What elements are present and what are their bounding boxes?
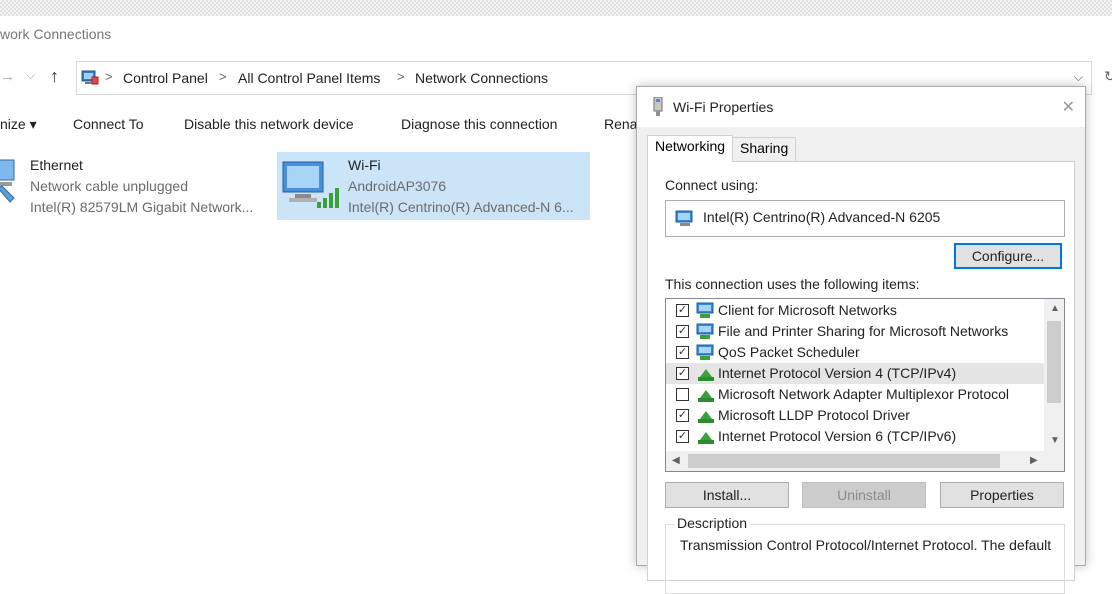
scroll-down-arrow-icon[interactable]: ▼ bbox=[1050, 435, 1060, 446]
network-service-icon bbox=[696, 344, 714, 360]
control-panel-icon bbox=[81, 70, 99, 85]
network-adapter-icon bbox=[675, 210, 693, 226]
adapter-name: Ethernet bbox=[30, 157, 83, 173]
item-checkbox[interactable]: ✓ bbox=[676, 304, 689, 317]
adapter-wifi[interactable]: Wi-Fi AndroidAP3076 Intel(R) Centrino(R)… bbox=[277, 152, 590, 220]
adapter-device: Intel(R) 82579LM Gigabit Network... bbox=[30, 199, 254, 215]
refresh-icon[interactable]: ↻ bbox=[1104, 68, 1112, 85]
protocol-icon bbox=[698, 369, 714, 381]
vertical-scrollbar[interactable]: ▲ ▼ bbox=[1044, 299, 1064, 451]
list-item[interactable]: Microsoft Network Adapter Multiplexor Pr… bbox=[666, 384, 1044, 405]
horizontal-scrollbar[interactable]: ◀ ▶ bbox=[666, 451, 1064, 471]
adapter-device: Intel(R) Centrino(R) Advanced-N 6... bbox=[348, 199, 574, 215]
list-item[interactable]: ✓ Internet Protocol Version 4 (TCP/IPv4) bbox=[666, 363, 1044, 384]
horizontal-scroll-thumb[interactable] bbox=[688, 454, 1000, 468]
scroll-right-arrow-icon[interactable]: ▶ bbox=[1030, 455, 1038, 466]
ethernet-adapter-icon bbox=[0, 159, 15, 203]
item-checkbox[interactable]: ✓ bbox=[676, 430, 689, 443]
breadcrumb-control-panel[interactable]: Control Panel bbox=[123, 70, 208, 86]
breadcrumb-network-connections[interactable]: Network Connections bbox=[415, 70, 548, 86]
close-icon[interactable]: ✕ bbox=[1062, 97, 1075, 117]
item-label: QoS Packet Scheduler bbox=[718, 344, 860, 360]
adapter-status: AndroidAP3076 bbox=[348, 178, 447, 194]
description-group: Description Transmission Control Protoco… bbox=[665, 515, 1065, 594]
wifi-adapter-icon bbox=[282, 161, 339, 208]
top-strip bbox=[0, 0, 1112, 16]
wifi-properties-dialog: Wi-Fi Properties ✕ Networking Sharing Co… bbox=[636, 86, 1086, 594]
list-item[interactable]: ✓ Internet Protocol Version 6 (TCP/IPv6) bbox=[666, 426, 1044, 447]
connect-using-adapter: Intel(R) Centrino(R) Advanced-N 6205 bbox=[665, 200, 1065, 237]
dialog-titlebar[interactable]: Wi-Fi Properties ✕ bbox=[637, 87, 1085, 127]
adapter-name-text: Intel(R) Centrino(R) Advanced-N 6205 bbox=[703, 209, 941, 225]
item-label: File and Printer Sharing for Microsoft N… bbox=[718, 323, 1009, 339]
components-listbox[interactable]: ✓ Client for Microsoft Networks ✓ File a… bbox=[665, 298, 1065, 472]
organize-label: nize bbox=[0, 116, 26, 132]
item-label: Microsoft LLDP Protocol Driver bbox=[718, 407, 910, 423]
protocol-icon bbox=[698, 411, 714, 423]
configure-button[interactable]: Configure... bbox=[954, 243, 1062, 269]
item-label: Client for Microsoft Networks bbox=[718, 302, 897, 318]
list-item[interactable]: ✓ Client for Microsoft Networks bbox=[666, 300, 1044, 321]
breadcrumb-all-control-panel-items[interactable]: All Control Panel Items bbox=[238, 70, 380, 86]
item-label: Internet Protocol Version 4 (TCP/IPv4) bbox=[718, 365, 957, 381]
protocol-icon bbox=[698, 390, 714, 402]
adapter-status: Network cable unplugged bbox=[30, 178, 188, 194]
adapter-name: Wi-Fi bbox=[348, 157, 381, 173]
protocol-icon bbox=[698, 432, 714, 444]
item-checkbox[interactable]: ✓ bbox=[676, 367, 689, 380]
address-dropdown-chevron-icon[interactable]: ⌵ bbox=[1074, 70, 1083, 85]
list-item[interactable]: ✓ QoS Packet Scheduler bbox=[666, 342, 1044, 363]
network-client-icon bbox=[696, 302, 714, 318]
breadcrumb-separator-icon: > bbox=[397, 69, 405, 84]
dropdown-caret-icon: ▾ bbox=[25, 116, 37, 132]
organize-menu[interactable]: nize ▾ bbox=[0, 116, 37, 133]
dialog-title: Wi-Fi Properties bbox=[673, 99, 774, 115]
install-button[interactable]: Install... bbox=[665, 482, 789, 508]
connect-using-label: Connect using: bbox=[665, 177, 759, 193]
networking-tab-panel: Connect using: Intel(R) Centrino(R) Adva… bbox=[647, 161, 1075, 594]
window-title: work Connections bbox=[0, 26, 112, 42]
up-arrow-icon[interactable]: ↑ bbox=[50, 66, 59, 87]
items-label: This connection uses the following items… bbox=[665, 276, 920, 292]
item-checkbox[interactable]: ✓ bbox=[676, 346, 689, 359]
list-item[interactable]: ✓ File and Printer Sharing for Microsoft… bbox=[666, 321, 1044, 342]
item-label: Internet Protocol Version 6 (TCP/IPv6) bbox=[718, 428, 957, 444]
item-checkbox[interactable]: ✓ bbox=[676, 409, 689, 422]
scroll-up-arrow-icon[interactable]: ▲ bbox=[1050, 303, 1060, 314]
item-label: Microsoft Network Adapter Multiplexor Pr… bbox=[718, 386, 1009, 402]
adapter-ethernet[interactable]: Ethernet Network cable unplugged Intel(R… bbox=[0, 152, 272, 220]
rename-connection-button[interactable]: Rena bbox=[604, 116, 637, 132]
connect-to-button[interactable]: Connect To bbox=[73, 116, 144, 132]
item-checkbox[interactable]: ✓ bbox=[676, 325, 689, 338]
tab-networking[interactable]: Networking bbox=[647, 135, 734, 162]
uninstall-button[interactable]: Uninstall bbox=[802, 482, 926, 508]
breadcrumb-separator-icon: > bbox=[219, 69, 227, 84]
network-service-icon bbox=[696, 323, 714, 339]
breadcrumb-separator-icon: > bbox=[105, 69, 113, 84]
vertical-scroll-thumb[interactable] bbox=[1047, 321, 1061, 403]
disable-device-button[interactable]: Disable this network device bbox=[184, 116, 354, 132]
back-arrow-icon[interactable]: → bbox=[0, 68, 15, 85]
item-checkbox[interactable] bbox=[676, 388, 689, 401]
recent-locations-chevron-icon[interactable]: ⌵ bbox=[26, 68, 35, 83]
properties-button[interactable]: Properties bbox=[940, 482, 1064, 508]
scroll-left-arrow-icon[interactable]: ◀ bbox=[672, 455, 680, 466]
description-text: Transmission Control Protocol/Internet P… bbox=[680, 537, 1052, 553]
list-item[interactable]: ✓ Microsoft LLDP Protocol Driver bbox=[666, 405, 1044, 426]
tab-sharing[interactable]: Sharing bbox=[732, 137, 797, 161]
network-adapter-icon bbox=[653, 97, 663, 116]
diagnose-connection-button[interactable]: Diagnose this connection bbox=[401, 116, 557, 132]
description-label: Description bbox=[674, 515, 751, 531]
